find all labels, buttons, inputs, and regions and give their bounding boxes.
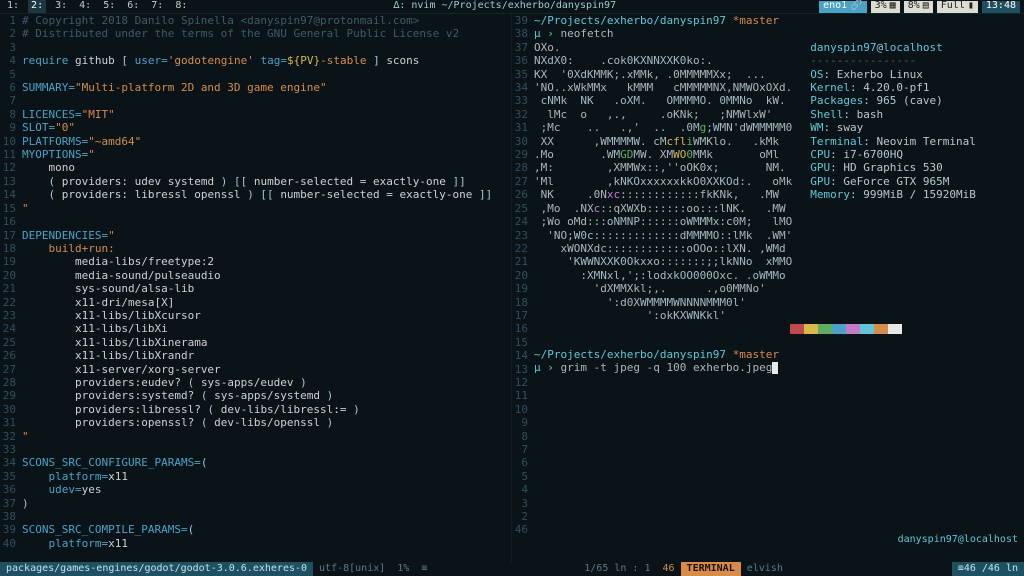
code-line [22, 68, 511, 81]
code-line: ) [22, 497, 511, 510]
workspace-4[interactable]: 4: [76, 0, 94, 12]
code-line: providers:libressl? ( dev-libs/libressl:… [22, 403, 511, 416]
term-line [534, 415, 1024, 428]
code-line: ( providers: udev systemd ) [[ number-se… [22, 175, 511, 188]
editor-split: 1 2 3 4 5 6 7 8 9 10 11 12 13 14 15 16 1… [0, 14, 1024, 562]
status-spacer: ≡ [415, 562, 578, 576]
term-line [534, 375, 1024, 388]
status-rightnum: 46 [657, 562, 681, 576]
code-line: " [22, 202, 511, 215]
code-line: providers:systemd? ( sys-apps/systemd ) [22, 389, 511, 402]
neofetch-output: OXo. NXdX0: .cok0KXNNXXK0ko:. KX '0XdKMM… [534, 41, 1024, 323]
code-line: x11-libs/libXi [22, 322, 511, 335]
left-gutter: 1 2 3 4 5 6 7 8 9 10 11 12 13 14 15 16 1… [0, 14, 22, 562]
code-line: x11-dri/mesa[X] [22, 296, 511, 309]
term-line [534, 442, 1024, 455]
code-line: require github [ user='godotengine' tag=… [22, 54, 511, 67]
term-cmd-current[interactable]: μ › grim -t jpeg -q 100 exherbo.jpeg [534, 361, 1024, 374]
code-line [22, 41, 511, 54]
left-code[interactable]: # Copyright 2018 Danilo Spinella <danysp… [22, 14, 511, 562]
workspace-1[interactable]: 1: [4, 0, 22, 12]
term-line [534, 509, 1024, 522]
workspace-8[interactable]: 8: [172, 0, 190, 12]
link-icon: 🔗 [850, 0, 862, 12]
code-line: providers:openssl? ( dev-libs/openssl ) [22, 416, 511, 429]
status-spacer2 [789, 562, 952, 576]
cpu-indicator: 3% ▦ [871, 1, 900, 13]
net-indicator: eno1 🔗 [819, 1, 867, 13]
right-term[interactable]: ~/Projects/exherbo/danyspin97 *masterμ ›… [534, 14, 1024, 562]
battery-icon: ▮ [968, 0, 974, 12]
workspace-3[interactable]: 3: [52, 0, 70, 12]
tray: eno1 🔗 3% ▦ 8% ▤ Full ▮ 13:48 [815, 1, 1024, 13]
left-buffer[interactable]: 1 2 3 4 5 6 7 8 9 10 11 12 13 14 15 16 1… [0, 14, 512, 562]
code-line: LICENCES="MIT" [22, 108, 511, 121]
code-line: SCONS_SRC_CONFIGURE_PARAMS=( [22, 456, 511, 469]
code-line: MYOPTIONS=" [22, 148, 511, 161]
battery-indicator: Full ▮ [937, 1, 978, 13]
status-encoding: utf-8[unix] [313, 562, 391, 576]
statusline: packages/games-engines/godot/godot-3.0.6… [0, 562, 1024, 576]
term-line [534, 334, 1024, 347]
code-line: x11-libs/libXinerama [22, 336, 511, 349]
code-line: SUMMARY="Multi-platform 2D and 3D game e… [22, 81, 511, 94]
term-cwd: ~/Projects/exherbo/danyspin97 *master [534, 14, 1024, 27]
code-line: " [22, 430, 511, 443]
status-percent: 1% [391, 562, 415, 576]
workspace-2[interactable]: 2: [28, 0, 46, 12]
code-line: media-sound/pulseaudio [22, 269, 511, 282]
code-line: udev=yes [22, 483, 511, 496]
code-line [22, 94, 511, 107]
code-line [22, 510, 511, 523]
code-line: DEPENDENCIES=" [22, 229, 511, 242]
code-line: build+run: [22, 242, 511, 255]
code-line: # Copyright 2018 Danilo Spinella <danysp… [22, 14, 511, 27]
clock: 13:48 [982, 1, 1020, 13]
code-line: platform=x11 [22, 470, 511, 483]
term-line [534, 455, 1024, 468]
sway-bar: 1: 2: 3: 4: 5: 6: 7: 8: ∆: nvim ~/Projects/exhe… [0, 0, 1024, 14]
right-gutter: 39 38 37 36 35 34 33 32 31 30 29 28 27 2… [512, 14, 534, 562]
code-line: media-libs/freetype:2 [22, 255, 511, 268]
term-line [534, 468, 1024, 481]
code-line: sys-sound/alsa-lib [22, 282, 511, 295]
term-cmd: μ › neofetch [534, 27, 1024, 40]
term-line [534, 482, 1024, 495]
term-line [534, 401, 1024, 414]
right-user-host: danyspin97@localhost [898, 534, 1018, 546]
code-line: x11-server/xorg-server [22, 363, 511, 376]
code-line: PLATFORMS="~amd64" [22, 135, 511, 148]
status-position: 1/65 ln : 1 [578, 562, 656, 576]
code-line [22, 215, 511, 228]
code-line: ( providers: libressl openssl ) [[ numbe… [22, 188, 511, 201]
workspace-5[interactable]: 5: [100, 0, 118, 12]
status-mode: TERMINAL [681, 562, 741, 576]
window-title: ∆: nvim ~/Projects/exherbo/danyspin97 [194, 0, 815, 12]
code-line: SLOT="0" [22, 121, 511, 134]
code-line: providers:eudev? ( sys-apps/eudev ) [22, 376, 511, 389]
mem-icon: ▤ [923, 0, 929, 12]
code-line: x11-libs/libXcursor [22, 309, 511, 322]
code-line: x11-libs/libXrandr [22, 349, 511, 362]
code-line: mono [22, 161, 511, 174]
code-line: SCONS_SRC_COMPILE_PARAMS=( [22, 523, 511, 536]
status-ruler: ≡ 46 /46 ln [952, 562, 1024, 576]
mem-indicator: 8% ▤ [904, 1, 933, 13]
term-line [534, 495, 1024, 508]
workspace-list: 1: 2: 3: 4: 5: 6: 7: 8: [0, 0, 194, 12]
workspace-6[interactable]: 6: [124, 0, 142, 12]
status-file: packages/games-engines/godot/godot-3.0.6… [0, 562, 313, 576]
term-line [534, 388, 1024, 401]
color-swatches [790, 324, 1024, 334]
right-terminal[interactable]: 39 38 37 36 35 34 33 32 31 30 29 28 27 2… [512, 14, 1024, 562]
term-line [534, 428, 1024, 441]
code-line: platform=x11 [22, 537, 511, 550]
status-shell: elvish [741, 562, 789, 576]
term-cwd: ~/Projects/exherbo/danyspin97 *master [534, 348, 1024, 361]
code-line [22, 443, 511, 456]
code-line: # Distributed under the terms of the GNU… [22, 27, 511, 40]
cpu-icon: ▦ [890, 0, 896, 12]
workspace-7[interactable]: 7: [148, 0, 166, 12]
